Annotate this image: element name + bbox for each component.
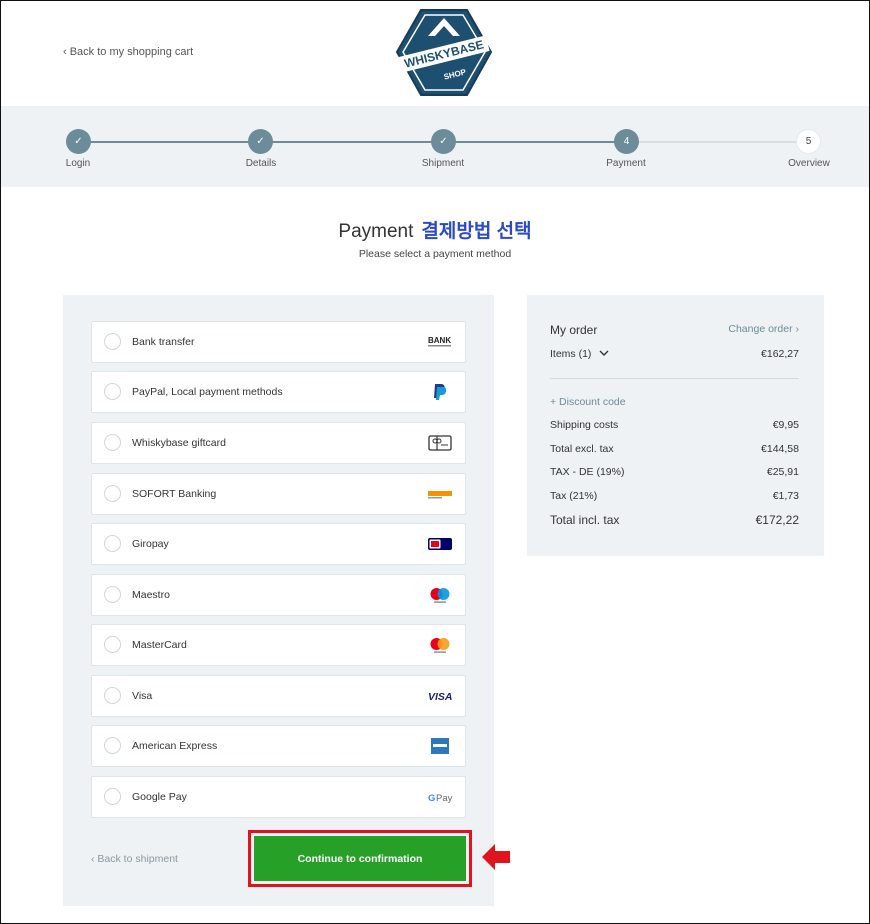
order-summary-panel: My order Change order › Items (1) €162,2…: [527, 295, 824, 556]
step-overview-label: Overview: [788, 158, 830, 169]
giftcard-icon: [427, 433, 453, 453]
googlepay-icon: G Pay: [427, 787, 453, 807]
total-incl-row: Total incl. tax €172,22: [550, 513, 799, 527]
method-label: MasterCard: [132, 639, 187, 651]
maestro-icon: [427, 585, 453, 605]
visa-icon: VISA: [427, 686, 453, 706]
svg-text:Pay: Pay: [436, 793, 453, 803]
step-connector: [79, 141, 261, 143]
step-details-label[interactable]: Details: [246, 158, 277, 169]
radio-button[interactable]: [104, 687, 121, 704]
paypal-icon: [427, 382, 453, 402]
row-label: Tax (21%): [550, 490, 598, 502]
items-toggle[interactable]: Items (1): [550, 348, 609, 360]
discount-code-link[interactable]: + Discount code: [550, 396, 626, 408]
row-value: €25,91: [766, 466, 799, 478]
method-label: PayPal, Local payment methods: [132, 386, 283, 398]
payment-method-bank-transfer[interactable]: Bank transfer BANK: [91, 321, 466, 363]
back-to-shipment-link[interactable]: ‹ Back to shipment: [91, 853, 178, 865]
method-label: Google Pay: [132, 791, 187, 803]
amex-icon: [427, 736, 453, 756]
whiskybase-logo[interactable]: WHISKYBASE SHOP: [395, 6, 493, 99]
step-login-icon[interactable]: ✓: [66, 129, 91, 154]
payment-method-sofort[interactable]: SOFORT Banking: [91, 473, 466, 515]
items-row[interactable]: Items (1) €162,27: [550, 348, 799, 360]
divider: [550, 378, 799, 379]
change-order-link[interactable]: Change order ›: [728, 323, 799, 337]
row-label: Total excl. tax: [550, 443, 614, 455]
step-payment-icon: 4: [614, 129, 639, 154]
svg-text:BANK: BANK: [428, 336, 451, 345]
svg-text:G: G: [428, 793, 435, 803]
radio-button[interactable]: [104, 383, 121, 400]
discount-row[interactable]: + Discount code: [550, 396, 799, 408]
giropay-icon: [427, 534, 453, 554]
total-label: Total incl. tax: [550, 513, 620, 527]
radio-button[interactable]: [104, 737, 121, 754]
payment-method-paypal[interactable]: PayPal, Local payment methods: [91, 371, 466, 413]
method-label: Visa: [132, 690, 153, 702]
items-label: Items (1): [550, 348, 592, 360]
total-value: €172,22: [755, 513, 799, 527]
mastercard-icon: [427, 635, 453, 655]
payment-method-giropay[interactable]: Giropay: [91, 523, 466, 565]
payment-method-mastercard[interactable]: MasterCard: [91, 624, 466, 666]
row-value: €1,73: [772, 490, 799, 502]
payment-method-visa[interactable]: Visa VISA: [91, 675, 466, 717]
radio-button[interactable]: [104, 485, 121, 502]
payment-method-amex[interactable]: American Express: [91, 725, 466, 767]
radio-button[interactable]: [104, 636, 121, 653]
checkout-progress: ✓ ✓ ✓ 4 5 Login Details Shipment Payment…: [1, 106, 869, 187]
payment-method-giftcard[interactable]: Whiskybase giftcard: [91, 422, 466, 464]
page-subtitle: Please select a payment method: [358, 248, 512, 260]
method-label: Whiskybase giftcard: [132, 437, 226, 449]
radio-button[interactable]: [104, 586, 121, 603]
row-value: €144,58: [761, 443, 799, 455]
step-shipment-label[interactable]: Shipment: [422, 158, 464, 169]
back-to-cart-link[interactable]: ‹ Back to my shopping cart: [63, 46, 193, 58]
summary-header: My order Change order ›: [550, 323, 799, 337]
step-overview-icon: 5: [796, 129, 821, 154]
method-label: SOFORT Banking: [132, 488, 217, 500]
items-value: €162,27: [761, 348, 799, 360]
chevron-down-icon: [599, 350, 609, 356]
method-label: Bank transfer: [132, 336, 195, 348]
step-login-label[interactable]: Login: [66, 158, 90, 169]
radio-button[interactable]: [104, 535, 121, 552]
page-title: Payment 결제방법 선택: [0, 216, 870, 243]
total-excl-row: Total excl. tax €144,58: [550, 443, 799, 455]
shipping-row: Shipping costs €9,95: [550, 419, 799, 431]
method-label: Maestro: [132, 589, 170, 601]
highlight-arrow-icon: [482, 844, 510, 870]
radio-button[interactable]: [104, 333, 121, 350]
summary-title: My order: [550, 323, 598, 337]
method-label: American Express: [132, 740, 218, 752]
step-details-icon[interactable]: ✓: [248, 129, 273, 154]
tax-de-row: TAX - DE (19%) €25,91: [550, 466, 799, 478]
step-connector: [627, 141, 809, 143]
radio-button[interactable]: [104, 434, 121, 451]
continue-to-confirmation-button[interactable]: Continue to confirmation: [254, 836, 466, 881]
svg-text:VISA: VISA: [428, 691, 453, 702]
row-label: TAX - DE (19%): [550, 466, 625, 478]
sofort-icon: [427, 484, 453, 504]
step-connector: [261, 141, 444, 143]
row-value: €9,95: [772, 419, 799, 431]
step-payment-label: Payment: [606, 158, 646, 169]
page-title-text: Payment: [338, 221, 414, 242]
step-connector: [444, 141, 627, 143]
radio-button[interactable]: [104, 788, 121, 805]
payment-methods-panel: Bank transfer BANK PayPal, Local payment…: [63, 295, 494, 906]
bank-icon: BANK: [427, 332, 453, 352]
method-label: Giropay: [132, 538, 169, 550]
row-label: Shipping costs: [550, 419, 619, 431]
payment-method-googlepay[interactable]: Google Pay G Pay: [91, 776, 466, 818]
step-shipment-icon[interactable]: ✓: [431, 129, 456, 154]
payment-method-maestro[interactable]: Maestro: [91, 574, 466, 616]
tax-row: Tax (21%) €1,73: [550, 490, 799, 502]
title-annotation: 결제방법 선택: [421, 221, 532, 242]
